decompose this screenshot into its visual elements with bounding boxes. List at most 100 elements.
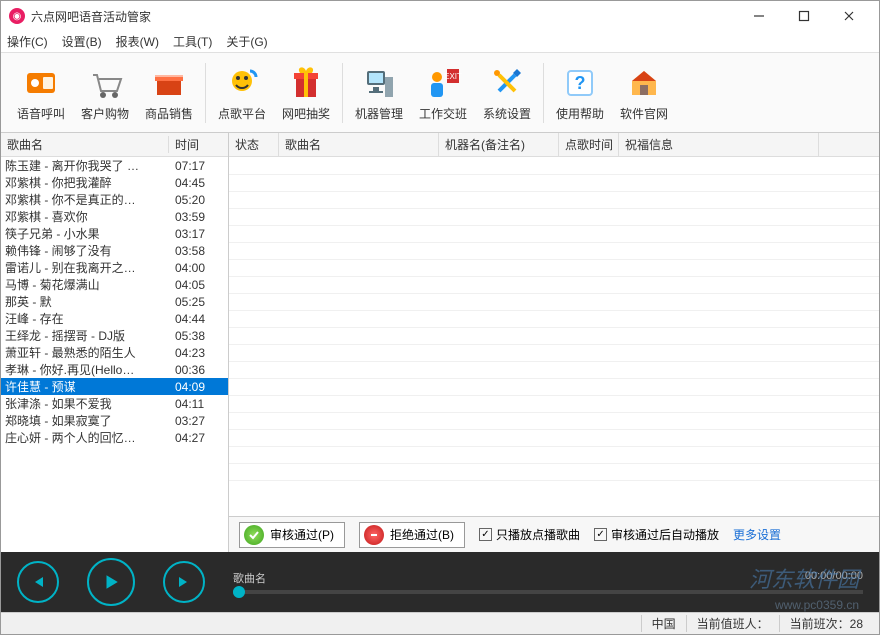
next-button[interactable] (163, 561, 205, 603)
play-button[interactable] (87, 558, 135, 606)
toolbar-语音呼叫[interactable]: 语音呼叫 (9, 60, 73, 126)
queue-col[interactable]: 点歌时间 (559, 133, 619, 156)
minimize-button[interactable] (736, 2, 781, 30)
toolbar-工作交班[interactable]: EXIT工作交班 (411, 60, 475, 126)
song-duration: 05:25 (169, 295, 228, 309)
status-bar: 中国 当前值班人： 当前班次：28 (1, 612, 879, 634)
progress-track[interactable]: 歌曲名 00:00/00:00 (233, 570, 863, 594)
queue-col[interactable]: 状态 (229, 133, 279, 156)
语音呼叫-icon (21, 63, 61, 103)
song-duration: 04:23 (169, 346, 228, 360)
toolbar-label: 系统设置 (483, 105, 531, 122)
song-row[interactable]: 邓紫棋 - 你把我灌醉04:45 (1, 174, 228, 191)
app-icon: ◉ (9, 8, 25, 24)
menu-item[interactable]: 关于(G) (226, 33, 267, 50)
song-name: 那英 - 默 (1, 293, 169, 310)
queue-col[interactable]: 歌曲名 (279, 133, 439, 156)
song-name: 筷子兄弟 - 小水果 (1, 225, 169, 242)
queue-col[interactable]: 祝福信息 (619, 133, 819, 156)
previous-button[interactable] (17, 561, 59, 603)
col-time[interactable]: 时间 (169, 136, 228, 153)
song-row[interactable]: 那英 - 默05:25 (1, 293, 228, 310)
close-button[interactable] (826, 2, 871, 30)
reject-label: 拒绝通过(B) (390, 526, 454, 543)
song-row[interactable]: 王绎龙 - 摇摆哥 - DJ版05:38 (1, 327, 228, 344)
song-duration: 05:20 (169, 193, 228, 207)
song-name: 邓紫棋 - 你把我灌醉 (1, 174, 169, 191)
toolbar-点歌平台[interactable]: 点歌平台 (210, 60, 274, 126)
toolbar-商品销售[interactable]: 商品销售 (137, 60, 201, 126)
menu-item[interactable]: 报表(W) (116, 33, 159, 50)
toolbar: 语音呼叫客户购物商品销售点歌平台网吧抽奖机器管理EXIT工作交班系统设置? 使用帮… (1, 53, 879, 133)
song-duration: 04:00 (169, 261, 228, 275)
only-play-requested-checkbox[interactable]: ✓ 只播放点播歌曲 (479, 526, 580, 543)
song-row[interactable]: 雷诺儿 - 别在我离开之…04:00 (1, 259, 228, 276)
song-row[interactable]: 许佳慧 - 预谋04:09 (1, 378, 228, 395)
song-duration: 03:17 (169, 227, 228, 241)
song-duration: 04:05 (169, 278, 228, 292)
toolbar-label: 客户购物 (81, 105, 129, 122)
toolbar-网吧抽奖[interactable]: 网吧抽奖 (274, 60, 338, 126)
menu-item[interactable]: 操作(C) (7, 33, 48, 50)
song-row[interactable]: 萧亚轩 - 最熟悉的陌生人04:23 (1, 344, 228, 361)
song-name: 萧亚轩 - 最熟悉的陌生人 (1, 344, 169, 361)
approve-label: 审核通过(P) (270, 526, 334, 543)
song-duration: 03:27 (169, 414, 228, 428)
song-duration: 04:27 (169, 431, 228, 445)
使用帮助-icon: ? (560, 63, 600, 103)
queue-pane: 状态歌曲名机器名(备注名)点歌时间祝福信息 审核通过(P) 拒绝通过(B) ✓ … (229, 133, 879, 552)
song-name: 雷诺儿 - 别在我离开之… (1, 259, 169, 276)
queue-body[interactable] (229, 157, 879, 516)
song-name: 王绎龙 - 摇摆哥 - DJ版 (1, 327, 169, 344)
song-row[interactable]: 郑晓填 - 如果寂寞了03:27 (1, 412, 228, 429)
song-row[interactable]: 张津涤 - 如果不爱我04:11 (1, 395, 228, 412)
toolbar-使用帮助[interactable]: ? 使用帮助 (548, 60, 612, 126)
工作交班-icon: EXIT (423, 63, 463, 103)
song-row[interactable]: 邓紫棋 - 喜欢你03:59 (1, 208, 228, 225)
reject-button[interactable]: 拒绝通过(B) (359, 522, 465, 548)
progress-handle[interactable] (233, 586, 245, 598)
maximize-button[interactable] (781, 2, 826, 30)
song-row[interactable]: 汪峰 - 存在04:44 (1, 310, 228, 327)
toolbar-label: 使用帮助 (556, 105, 604, 122)
song-name: 邓紫棋 - 你不是真正的… (1, 191, 169, 208)
more-settings-link[interactable]: 更多设置 (733, 526, 781, 543)
toolbar-客户购物[interactable]: 客户购物 (73, 60, 137, 126)
song-row[interactable]: 赖伟锋 - 闹够了没有03:58 (1, 242, 228, 259)
song-duration: 03:58 (169, 244, 228, 258)
approve-button[interactable]: 审核通过(P) (239, 522, 345, 548)
song-row[interactable]: 陈玉建 - 离开你我哭了 …07:17 (1, 157, 228, 174)
song-row[interactable]: 马博 - 菊花爆满山04:05 (1, 276, 228, 293)
song-name: 许佳慧 - 预谋 (1, 378, 169, 395)
song-duration: 00:36 (169, 363, 228, 377)
svg-text:EXIT: EXIT (444, 72, 462, 81)
toolbar-系统设置[interactable]: 系统设置 (475, 60, 539, 126)
svg-text:?: ? (575, 73, 586, 93)
song-name: 汪峰 - 存在 (1, 310, 169, 327)
song-list[interactable]: 陈玉建 - 离开你我哭了 …07:17邓紫棋 - 你把我灌醉04:45邓紫棋 -… (1, 157, 228, 552)
song-row[interactable]: 庄心妍 - 两个人的回忆…04:27 (1, 429, 228, 446)
song-duration: 04:44 (169, 312, 228, 326)
menu-bar: 操作(C) 设置(B) 报表(W) 工具(T) 关于(G) (1, 31, 879, 53)
toolbar-separator (543, 63, 544, 123)
toolbar-软件官网[interactable]: 软件官网 (612, 60, 676, 126)
col-song-name[interactable]: 歌曲名 (1, 136, 169, 153)
机器管理-icon (359, 63, 399, 103)
song-row[interactable]: 筷子兄弟 - 小水果03:17 (1, 225, 228, 242)
toolbar-机器管理[interactable]: 机器管理 (347, 60, 411, 126)
song-row[interactable]: 孝琳 - 你好.再见(Hello…00:36 (1, 361, 228, 378)
song-name: 赖伟锋 - 闹够了没有 (1, 242, 169, 259)
song-name: 陈玉建 - 离开你我哭了 … (1, 157, 169, 174)
autoplay-after-approve-checkbox[interactable]: ✓ 审核通过后自动播放 (594, 526, 719, 543)
menu-item[interactable]: 工具(T) (173, 33, 212, 50)
queue-col[interactable]: 机器名(备注名) (439, 133, 559, 156)
ime-status: 中国 (641, 615, 686, 632)
song-name: 邓紫棋 - 喜欢你 (1, 208, 169, 225)
toolbar-label: 网吧抽奖 (282, 105, 330, 122)
current-shift-count: 当前班次：28 (779, 615, 873, 632)
menu-item[interactable]: 设置(B) (62, 33, 102, 50)
song-duration: 04:45 (169, 176, 228, 190)
song-name: 张津涤 - 如果不爱我 (1, 395, 169, 412)
song-row[interactable]: 邓紫棋 - 你不是真正的…05:20 (1, 191, 228, 208)
toolbar-label: 商品销售 (145, 105, 193, 122)
